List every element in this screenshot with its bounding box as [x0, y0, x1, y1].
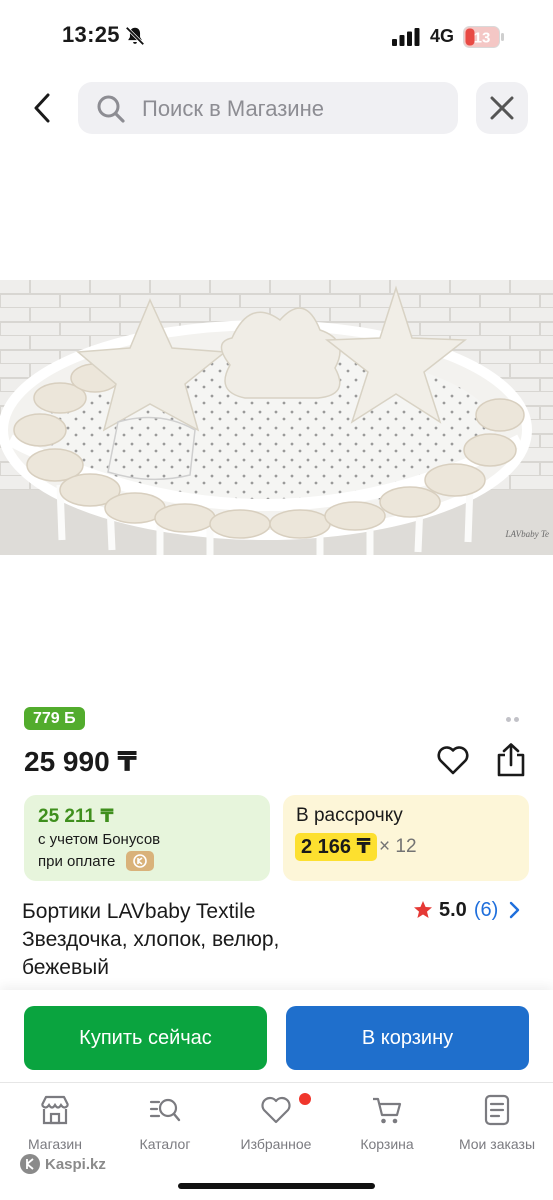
- close-button[interactable]: [476, 82, 528, 134]
- product-image[interactable]: LAVbaby Te: [0, 280, 553, 555]
- kaspi-brand-text: Kaspi.kz: [45, 1155, 106, 1173]
- crib-photo: [0, 280, 553, 555]
- kaspi-logo: Kaspi.kz: [20, 1154, 106, 1174]
- status-time: 13:25: [62, 22, 120, 47]
- installment-card[interactable]: В рассрочку 2 166 ₸ × 12: [283, 795, 529, 881]
- tab-label: Избранное: [240, 1136, 312, 1152]
- tab-cart[interactable]: Корзина: [332, 1093, 442, 1155]
- bonus-badge: 779 Б: [24, 707, 85, 730]
- kaspi-gold-card-icon: [126, 851, 154, 871]
- bonus-price-card[interactable]: 25 211 ₸ с учетом Бонусов при оплате: [24, 795, 270, 881]
- reviews-count: (6): [473, 898, 499, 921]
- share-icon: [497, 743, 525, 777]
- bonus-text-line1: с учетом Бонусов: [38, 831, 161, 848]
- catalog-search-icon: [149, 1098, 181, 1122]
- signal-icon: [392, 28, 420, 46]
- tab-label: Магазин: [27, 1136, 82, 1152]
- star-icon: [414, 901, 432, 918]
- share-button[interactable]: [494, 742, 528, 778]
- back-button[interactable]: [24, 88, 60, 128]
- cart-icon: [373, 1097, 402, 1124]
- search-placeholder: Поиск в Магазине: [142, 96, 324, 121]
- bell-off-icon: [125, 26, 145, 46]
- chevron-left-icon: [34, 93, 50, 123]
- network-type: 4G: [430, 26, 455, 46]
- status-bar: 13:25 4G 13: [0, 0, 553, 72]
- battery-icon: 13: [463, 26, 504, 48]
- tab-favorites[interactable]: Избранное: [221, 1093, 331, 1155]
- rating-link[interactable]: 5.0 (6): [413, 898, 520, 922]
- image-watermark: LAVbaby Te: [505, 529, 549, 539]
- svg-text:13: 13: [474, 30, 491, 47]
- product-price: 25 990 ₸: [24, 746, 137, 777]
- installment-months: × 12: [379, 836, 417, 857]
- store-icon: [41, 1095, 69, 1125]
- tab-catalog[interactable]: Каталог: [110, 1093, 220, 1155]
- heart-icon: [437, 746, 469, 775]
- tab-orders[interactable]: Мои заказы: [442, 1093, 552, 1155]
- installment-monthly-price: 2 166 ₸: [295, 833, 377, 861]
- chevron-right-icon: [510, 901, 520, 919]
- kaspi-logo-icon: [20, 1154, 40, 1174]
- tab-label: Мои заказы: [458, 1136, 536, 1152]
- action-bar: Купить сейчас В корзину: [0, 990, 553, 1082]
- bonus-price: 25 211 ₸: [38, 806, 114, 827]
- tab-label: Корзина: [360, 1136, 414, 1152]
- favorite-button[interactable]: [436, 744, 470, 776]
- home-indicator[interactable]: [178, 1183, 375, 1189]
- rating-value: 5.0: [439, 898, 467, 921]
- orders-icon: [484, 1094, 510, 1126]
- image-pagination: [506, 709, 522, 727]
- search-input[interactable]: Поиск в Магазине: [78, 82, 458, 134]
- installment-title: В рассрочку: [296, 805, 403, 826]
- tab-label: Каталог: [139, 1136, 191, 1152]
- product-title: Бортики LAVbaby Textile Звездочка, хлопо…: [22, 900, 280, 979]
- search-icon: [97, 95, 125, 123]
- notification-dot: [299, 1093, 311, 1105]
- tab-store[interactable]: Магазин: [0, 1093, 110, 1155]
- buy-now-button[interactable]: Купить сейчас: [24, 1006, 267, 1070]
- add-to-cart-button[interactable]: В корзину: [286, 1006, 529, 1070]
- bonus-text-line2: при оплате: [38, 853, 116, 870]
- close-icon: [490, 96, 514, 120]
- heart-icon: [261, 1096, 291, 1124]
